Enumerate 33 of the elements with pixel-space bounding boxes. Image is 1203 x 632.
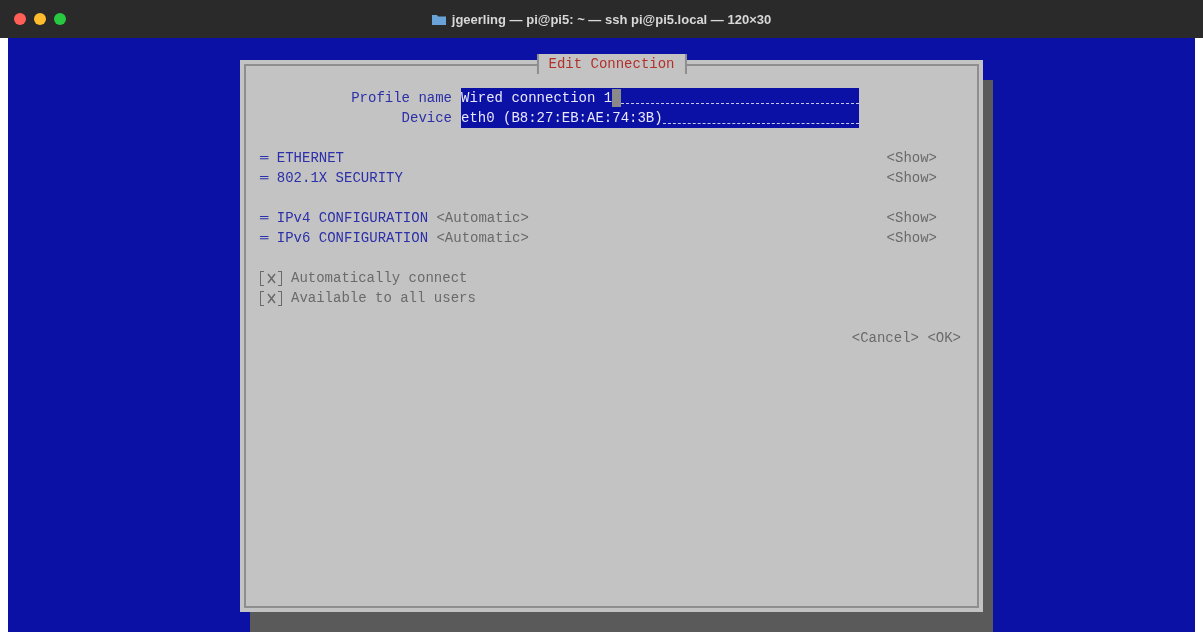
dialog-title: Edit Connection [536,54,687,74]
input-field[interactable]: Wired connection 1 [461,88,859,108]
close-button[interactable] [14,13,26,25]
show-button[interactable]: <Show> [886,168,937,188]
zoom-button[interactable] [54,13,66,25]
cancel-button[interactable]: <Cancel> [851,328,919,348]
text-cursor [612,89,622,107]
section-marker: ═ [260,209,269,228]
section-marker: ═ [260,229,269,248]
input-field[interactable]: eth0 (B8:27:EB:AE:74:3B) [461,108,859,128]
show-button[interactable]: <Show> [886,148,937,168]
x-mark-icon [266,293,276,304]
minimize-button[interactable] [34,13,46,25]
field-label: Device [400,109,453,128]
ok-button[interactable]: <OK> [927,328,961,348]
section-title: 802.1X SECURITY [276,169,403,188]
section-title: ETHERNET [276,149,345,168]
section-marker: ═ [260,149,269,168]
section-title: IPv4 CONFIGURATION [276,209,429,228]
field-label: Profile name [350,89,453,108]
section-mode[interactable]: <Automatic> [436,228,529,248]
show-button[interactable]: <Show> [886,208,937,228]
folder-icon [431,13,446,25]
show-button[interactable]: <Show> [886,228,937,248]
checkbox[interactable] [260,291,282,306]
checkbox[interactable] [260,271,282,286]
checkbox-label: Automatically connect [291,269,468,288]
window-title: jgeerling — pi@pi5: ~ — ssh pi@pi5.local — 120×30 [451,11,772,27]
section-mode[interactable]: <Automatic> [436,208,529,228]
x-mark-icon [266,273,276,284]
checkbox-label: Available to all users [291,289,476,308]
section-title: IPv6 CONFIGURATION [276,229,429,248]
section-marker: ═ [260,169,269,188]
